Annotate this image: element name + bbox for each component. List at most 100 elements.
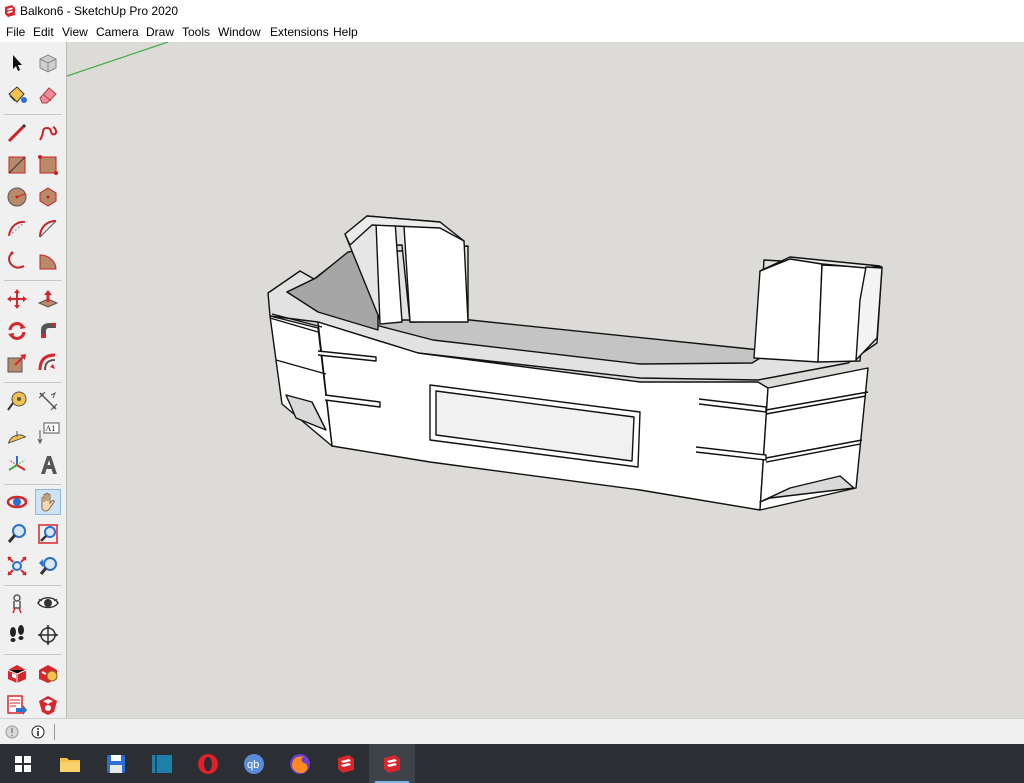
push-pull-icon	[37, 290, 59, 308]
zoom-extents-tool[interactable]	[4, 553, 30, 579]
arc-icon	[8, 220, 26, 237]
move-tool[interactable]	[4, 286, 30, 312]
taskbar-save-app[interactable]	[93, 744, 139, 783]
paint-bucket-icon	[8, 86, 27, 103]
push-pull-tool[interactable]	[35, 286, 61, 312]
firefox-icon	[290, 753, 310, 774]
rotate-tool[interactable]	[4, 318, 30, 344]
balcony-model	[267, 215, 883, 511]
menu-extensions[interactable]: Extensions	[270, 25, 329, 39]
status-bar	[0, 718, 1024, 745]
walk-tool[interactable]	[4, 622, 30, 648]
windows-start-icon	[15, 755, 31, 772]
rotated-rectangle-tool[interactable]	[35, 152, 61, 178]
taskbar-sketchup-active[interactable]	[369, 744, 415, 783]
eraser-tool[interactable]	[35, 82, 61, 108]
taskbar-firefox[interactable]	[277, 744, 323, 783]
zoom-tool[interactable]	[4, 521, 30, 547]
protractor-icon	[7, 431, 27, 444]
file-explorer-icon	[60, 757, 80, 772]
dimension-tool[interactable]	[35, 388, 61, 414]
pie-tool[interactable]	[35, 248, 61, 274]
text-tool-label: A1	[46, 424, 56, 433]
menu-window[interactable]: Window	[218, 25, 261, 39]
menu-tools[interactable]: Tools	[182, 25, 210, 39]
rotate-icon	[8, 322, 26, 340]
move-icon	[7, 289, 27, 309]
axes-icon	[8, 456, 26, 471]
protractor-tool[interactable]	[4, 420, 30, 446]
extension-warehouse-icon	[39, 665, 58, 683]
3d-text-tool[interactable]	[35, 452, 61, 478]
taskbar-book-app[interactable]	[139, 744, 185, 783]
taskbar-sketchup[interactable]	[323, 744, 369, 783]
menu-edit[interactable]: Edit	[33, 25, 54, 39]
taskbar-qbittorrent[interactable]: qb	[231, 744, 277, 783]
3d-warehouse-tool[interactable]	[4, 660, 30, 686]
start-button[interactable]	[0, 744, 46, 783]
paint-bucket-tool[interactable]	[4, 82, 30, 108]
taskbar-file-explorer[interactable]	[47, 744, 93, 783]
two-point-arc-icon	[39, 220, 57, 238]
right-upright-a	[753, 257, 823, 363]
pan-tool[interactable]	[35, 489, 61, 515]
tape-measure-tool[interactable]	[4, 388, 30, 414]
3d-warehouse-icon	[7, 665, 27, 683]
line-tool[interactable]	[4, 120, 30, 146]
two-point-arc-tool[interactable]	[35, 216, 61, 242]
dimension-icon	[38, 391, 58, 411]
menu-view[interactable]: View	[62, 25, 88, 39]
position-camera-tool[interactable]	[4, 590, 30, 616]
polygon-icon	[39, 187, 57, 207]
rectangle-tool[interactable]	[4, 152, 30, 178]
component-tool[interactable]	[35, 50, 61, 76]
large-tool-set: A1	[0, 42, 67, 718]
freehand-tool[interactable]	[35, 120, 61, 146]
book-app-icon	[152, 754, 172, 773]
modeling-viewport[interactable]	[67, 42, 1024, 718]
tape-measure-icon	[7, 391, 27, 411]
status-divider	[54, 724, 55, 740]
menu-camera[interactable]: Camera	[96, 25, 139, 39]
info-icon[interactable]	[31, 725, 45, 739]
previous-view-tool[interactable]	[35, 553, 61, 579]
sketchup-active-icon	[384, 754, 400, 773]
select-tool[interactable]	[4, 50, 30, 76]
polygon-tool[interactable]	[35, 184, 61, 210]
extension-manager-tool[interactable]	[35, 692, 61, 718]
section-plane-tool[interactable]	[35, 622, 61, 648]
geo-location-icon[interactable]	[5, 725, 19, 739]
arc-tool[interactable]	[4, 216, 30, 242]
text-tool[interactable]: A1	[35, 420, 61, 446]
orbit-tool[interactable]	[4, 489, 30, 515]
zoom-window-tool[interactable]	[35, 521, 61, 547]
section-plane-icon	[38, 625, 58, 645]
circle-tool[interactable]	[4, 184, 30, 210]
three-point-arc-tool[interactable]	[4, 248, 30, 274]
offset-tool[interactable]	[35, 350, 61, 376]
scale-tool[interactable]	[4, 350, 30, 376]
scale-icon	[7, 354, 26, 373]
window-title: Balkon6 - SketchUp Pro 2020	[20, 4, 179, 18]
model-view	[67, 42, 883, 511]
menu-help[interactable]: Help	[333, 25, 358, 39]
menu-draw[interactable]: Draw	[146, 25, 174, 39]
3d-text-icon	[41, 456, 57, 474]
taskbar-opera[interactable]	[185, 744, 231, 783]
opera-icon	[198, 753, 218, 774]
layout-send-tool[interactable]	[4, 692, 30, 718]
zoom-icon	[7, 524, 26, 543]
circle-icon	[7, 187, 27, 207]
orbit-icon	[6, 495, 28, 509]
follow-me-tool[interactable]	[35, 318, 61, 344]
extension-warehouse-tool[interactable]	[35, 660, 61, 686]
menu-bar: File Edit View Camera Draw Tools Window …	[0, 22, 1024, 42]
save-floppy-icon	[107, 754, 125, 773]
menu-file[interactable]: File	[6, 25, 25, 39]
select-arrow-icon	[13, 55, 22, 71]
freehand-icon	[39, 126, 58, 141]
axes-tool[interactable]	[4, 452, 30, 478]
look-around-tool[interactable]	[35, 590, 61, 616]
qbittorrent-icon: qb	[244, 753, 264, 774]
rotated-rectangle-icon	[38, 155, 58, 175]
